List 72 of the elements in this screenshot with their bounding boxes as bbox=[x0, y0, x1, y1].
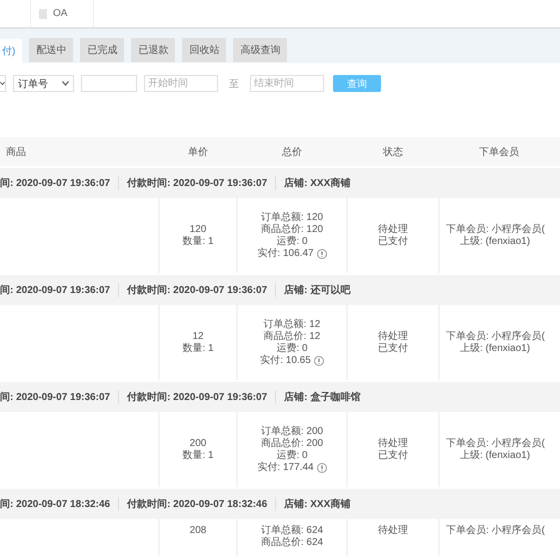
price-text: 数量: 1 bbox=[182, 236, 214, 248]
member-text: 上级: (fenxiao1) bbox=[459, 236, 530, 248]
document-icon bbox=[39, 8, 47, 18]
member-text: 下单会员: 小程序会员( bbox=[446, 525, 545, 537]
member-text: 下单会员: 小程序会员( bbox=[446, 330, 545, 342]
top-tab[interactable]: OA bbox=[30, 0, 94, 27]
status-text: 待处理 bbox=[378, 224, 408, 236]
member-text: 下单会员: 小程序会员( bbox=[446, 224, 545, 236]
total-text: 运费: 0 bbox=[276, 342, 308, 354]
store-name: 店铺: 盒子咖啡馆 bbox=[283, 390, 362, 404]
price-text: 208 bbox=[190, 525, 206, 537]
select-field[interactable] bbox=[0, 75, 6, 92]
price-text: 12 bbox=[192, 330, 204, 342]
status-text: 已支付 bbox=[378, 236, 408, 248]
column-header: 状态 bbox=[382, 146, 404, 158]
created-time: 间: 2020-09-07 18:32:46 bbox=[0, 497, 120, 511]
column-header: 单价 bbox=[187, 146, 209, 158]
paid-time: 付款时间: 2020-09-07 19:36:07 bbox=[119, 390, 276, 404]
paid-amount: 实付: 10.65 bbox=[260, 354, 311, 366]
total-text: 商品总价: 200 bbox=[260, 438, 324, 450]
total-text: 订单总额: 12 bbox=[264, 318, 320, 330]
status-tab[interactable]: 回收站 bbox=[182, 38, 226, 62]
total-text: 运费: 0 bbox=[276, 450, 308, 462]
member-text: 下单会员: 小程序会员( bbox=[446, 438, 545, 450]
price-text: 数量: 1 bbox=[182, 342, 214, 354]
total-text: 订单总额: 200 bbox=[260, 426, 324, 438]
paid-amount: 实付: 106.47 bbox=[257, 248, 314, 260]
store-name: 店铺: 还可以吧 bbox=[283, 283, 352, 297]
price-text: 数量: 1 bbox=[182, 450, 214, 462]
status-text: 待处理 bbox=[378, 330, 408, 342]
paid-time: 付款时间: 2020-09-07 19:36:07 bbox=[119, 283, 276, 297]
paid-time: 付款时间: 2020-09-07 18:32:46 bbox=[119, 497, 276, 511]
column-header: 下单会员 bbox=[478, 146, 520, 158]
caret-icon bbox=[62, 81, 69, 86]
total-text: 订单总额: 120 bbox=[260, 212, 324, 224]
total-text: 运费: 0 bbox=[276, 236, 308, 248]
column-header: 商品 bbox=[5, 146, 27, 158]
status-text: 待处理 bbox=[378, 438, 408, 450]
paid-time: 付款时间: 2020-09-07 19:36:07 bbox=[119, 176, 276, 190]
store-name: 店铺: XXX商铺 bbox=[283, 497, 352, 511]
created-time: 间: 2020-09-07 19:36:07 bbox=[0, 283, 120, 297]
info-icon[interactable] bbox=[316, 248, 327, 258]
status-tab[interactable]: 高级查询 bbox=[233, 38, 288, 62]
paid-amount: 实付: 177.44 bbox=[257, 462, 314, 474]
member-text: 上级: (fenxiao1) bbox=[459, 342, 530, 354]
price-text: 200 bbox=[190, 438, 206, 450]
info-icon[interactable] bbox=[314, 356, 324, 366]
status-tab[interactable]: 配送中 bbox=[29, 38, 74, 62]
status-tab[interactable]: 已退款 bbox=[131, 38, 176, 62]
price-text: 120 bbox=[190, 224, 206, 236]
status-tab[interactable]: 已完成 bbox=[80, 38, 124, 62]
total-text: 商品总价: 12 bbox=[264, 330, 320, 342]
search-by-select[interactable]: 订单号 bbox=[13, 75, 74, 92]
column-header: 总价 bbox=[281, 146, 303, 158]
created-time: 间: 2020-09-07 19:36:07 bbox=[0, 390, 120, 404]
total-text: 商品总价: 624 bbox=[260, 537, 324, 549]
status-text: 已支付 bbox=[378, 450, 408, 462]
store-name: 店铺: XXX商铺 bbox=[283, 176, 352, 190]
total-text: 订单总额: 624 bbox=[260, 525, 324, 536]
status-tab[interactable]: 付) bbox=[0, 39, 22, 63]
end-date-field[interactable]: 结束时间 bbox=[250, 75, 324, 92]
caret-icon bbox=[0, 81, 5, 86]
created-time: 间: 2020-09-07 19:36:07 bbox=[0, 176, 120, 190]
status-text: 待处理 bbox=[378, 525, 408, 537]
status-text: 已支付 bbox=[378, 342, 408, 354]
member-text: 上级: (fenxiao1) bbox=[459, 450, 530, 462]
info-icon[interactable] bbox=[316, 462, 327, 472]
total-text: 商品总价: 120 bbox=[260, 224, 324, 236]
range-separator: 至 bbox=[228, 78, 240, 90]
start-date-field[interactable]: 开始时间 bbox=[144, 75, 218, 92]
keyword-field[interactable] bbox=[81, 75, 137, 92]
tab-label: OA bbox=[53, 8, 68, 19]
